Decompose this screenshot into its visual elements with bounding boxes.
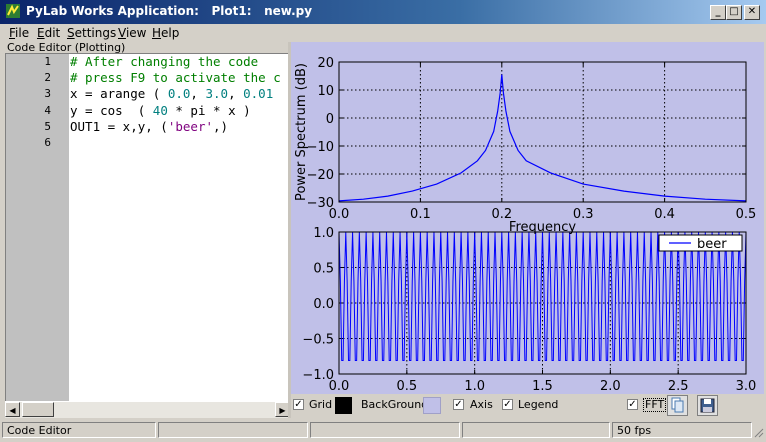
- code-line[interactable]: # After changing the code: [70, 54, 258, 69]
- grid-checkbox[interactable]: ✓: [293, 399, 304, 410]
- x-tick-label: 0.5: [736, 207, 757, 222]
- code-line[interactable]: y = cos ( 40 * pi * x ): [70, 103, 251, 118]
- background-label: BackGround-: [361, 398, 433, 411]
- axes-background: [339, 62, 746, 202]
- y-tick-label: 0.5: [313, 262, 334, 277]
- y-tick-label: 0: [326, 112, 334, 127]
- x-axis-label: Frequency: [509, 220, 576, 235]
- menu-settings[interactable]: Settings: [67, 26, 116, 40]
- y-axis-label: Power Spectrum (dB): [294, 63, 309, 201]
- grid-color-swatch[interactable]: [335, 397, 352, 414]
- menu-edit[interactable]: Edit: [37, 26, 60, 40]
- code-editor[interactable]: 1 2 3 4 5 6 # After changing the code # press …: [5, 53, 290, 403]
- code-token: 'beer': [167, 118, 213, 134]
- x-tick-label: 1.5: [532, 379, 553, 394]
- line-number: 2: [44, 71, 51, 85]
- legend-label: Legend: [518, 398, 559, 411]
- scroll-thumb[interactable]: [22, 402, 54, 417]
- code-token: ,: [190, 86, 206, 102]
- line-number: 6: [44, 136, 51, 149]
- scroll-left-button[interactable]: ◀: [5, 402, 20, 417]
- line-number: 1: [44, 55, 51, 68]
- fft-label: FFT: [643, 398, 667, 412]
- line-number: 5: [44, 119, 51, 133]
- floppy-disk-icon: [700, 398, 715, 413]
- status-bar: Code Editor 50 fps: [0, 420, 766, 442]
- axis-checkbox[interactable]: ✓: [453, 399, 464, 410]
- x-tick-label: 3.0: [736, 379, 757, 394]
- code-token: OUT1 = x,y, (: [70, 118, 168, 134]
- code-token: 0.01: [243, 86, 274, 102]
- y-tick-label: −30: [307, 196, 334, 211]
- plot-canvas[interactable]: 0.0 0.1 0.2 0.3 0.4 0.5 20 10 0 −10 −20 −30 Power Sp…: [291, 42, 764, 394]
- title-bar[interactable]: PyLab Works Application: Plot1: new.py _…: [0, 0, 766, 24]
- code-token: ,): [213, 118, 229, 134]
- line-number: 3: [44, 87, 51, 101]
- status-text: Code Editor: [2, 422, 156, 438]
- grid-label: Grid: [309, 398, 333, 411]
- y-tick-label: 20: [317, 56, 334, 71]
- code-token: ,: [228, 86, 244, 102]
- y-tick-label: −10: [307, 140, 334, 155]
- resize-grip-icon[interactable]: [752, 426, 764, 438]
- y-tick-label: −20: [307, 168, 334, 183]
- status-panel-3: [310, 422, 460, 438]
- x-tick-label: 2.0: [600, 379, 621, 394]
- x-tick-label: 0.5: [396, 379, 417, 394]
- y-tick-label: 10: [317, 84, 334, 99]
- plot-figure[interactable]: 0.0 0.1 0.2 0.3 0.4 0.520100−10−20−30Power Sp…: [291, 42, 764, 394]
- legend: beer: [658, 234, 743, 252]
- y-tick-label: 0.0: [313, 297, 334, 312]
- close-button[interactable]: ✕: [744, 5, 760, 20]
- y-tick-label: −1.0: [302, 368, 334, 383]
- menu-help[interactable]: Help: [152, 26, 179, 40]
- axis-label: Axis: [470, 398, 493, 411]
- code-token: # After changing the code: [70, 54, 259, 69]
- legend-checkbox[interactable]: ✓: [502, 399, 513, 410]
- code-token: 3.0: [205, 86, 229, 102]
- fft-checkbox[interactable]: ✓: [627, 399, 638, 410]
- code-token: 0.0: [167, 86, 191, 102]
- legend-label: beer: [697, 237, 727, 252]
- maximize-button[interactable]: □: [726, 5, 742, 20]
- code-token: x = arange (: [70, 86, 168, 102]
- status-fps: 50 fps: [612, 422, 752, 438]
- save-button[interactable]: [697, 395, 718, 416]
- line-number: 4: [44, 103, 51, 117]
- y-tick-label: 1.0: [313, 226, 334, 241]
- code-token: * pi * x ): [167, 102, 251, 118]
- copy-icon: [671, 397, 684, 413]
- code-token: # press F9 to activate the c: [70, 70, 281, 86]
- code-token: y = cos (: [70, 102, 153, 118]
- x-tick-label: 0.1: [410, 207, 431, 222]
- window-title: PyLab Works Application: Plot1: new.py: [26, 4, 313, 18]
- code-token: 40: [152, 102, 168, 118]
- x-tick-label: 1.0: [464, 379, 485, 394]
- copy-button[interactable]: [667, 395, 688, 416]
- code-line[interactable]: OUT1 = x,y, ('beer',): [70, 119, 228, 134]
- x-tick-label: 0.4: [654, 207, 675, 222]
- minimize-button[interactable]: _: [710, 5, 726, 20]
- editor-horizontal-scrollbar[interactable]: ◀ ▶: [5, 401, 290, 418]
- plot-toolbar: ✓ Grid BackGround- ✓ Axis ✓ Legend ✓ FFT: [291, 394, 764, 418]
- background-color-swatch[interactable]: [423, 397, 441, 414]
- y-tick-label: −0.5: [302, 333, 334, 348]
- status-panel-4: [462, 422, 610, 438]
- x-tick-label: 2.5: [668, 379, 689, 394]
- menu-file[interactable]: File: [9, 26, 29, 40]
- menu-view[interactable]: View: [118, 26, 146, 40]
- status-panel-2: [158, 422, 308, 438]
- code-line[interactable]: x = arange ( 0.0, 3.0, 0.01: [70, 86, 273, 101]
- line-number-gutter: 1 2 3 4 5 6: [6, 54, 69, 402]
- app-icon: [6, 4, 20, 18]
- code-line[interactable]: # press F9 to activate the c: [70, 70, 281, 85]
- menu-bar: File Edit Settings View Help: [0, 24, 766, 42]
